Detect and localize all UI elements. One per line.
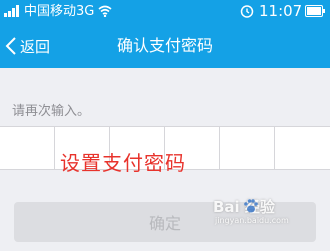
page-title: 确认支付密码 [116, 36, 213, 55]
clock: 11:07 [259, 2, 303, 20]
signal-icon [4, 5, 19, 17]
wifi-icon [98, 5, 112, 17]
status-bar: 中国移动3G 11:07 [0, 0, 330, 24]
annotation-text: 设置支付密码 [60, 151, 186, 175]
carrier-name: 中国移动3G [24, 4, 95, 19]
nav-bar: 返回 确认支付密码 [0, 24, 330, 68]
prompt-text: 请再次输入。 [12, 104, 91, 119]
alarm-icon [240, 5, 254, 18]
paw-icon [244, 199, 258, 213]
watermark-sub: jingyan.baidu.com [215, 216, 289, 225]
pin-cell[interactable] [0, 127, 55, 169]
watermark: Bai 经验 jingyan.baidu.com [213, 192, 327, 226]
pin-cell[interactable] [220, 127, 275, 169]
battery-icon [305, 5, 325, 17]
pin-cell[interactable] [275, 127, 330, 169]
